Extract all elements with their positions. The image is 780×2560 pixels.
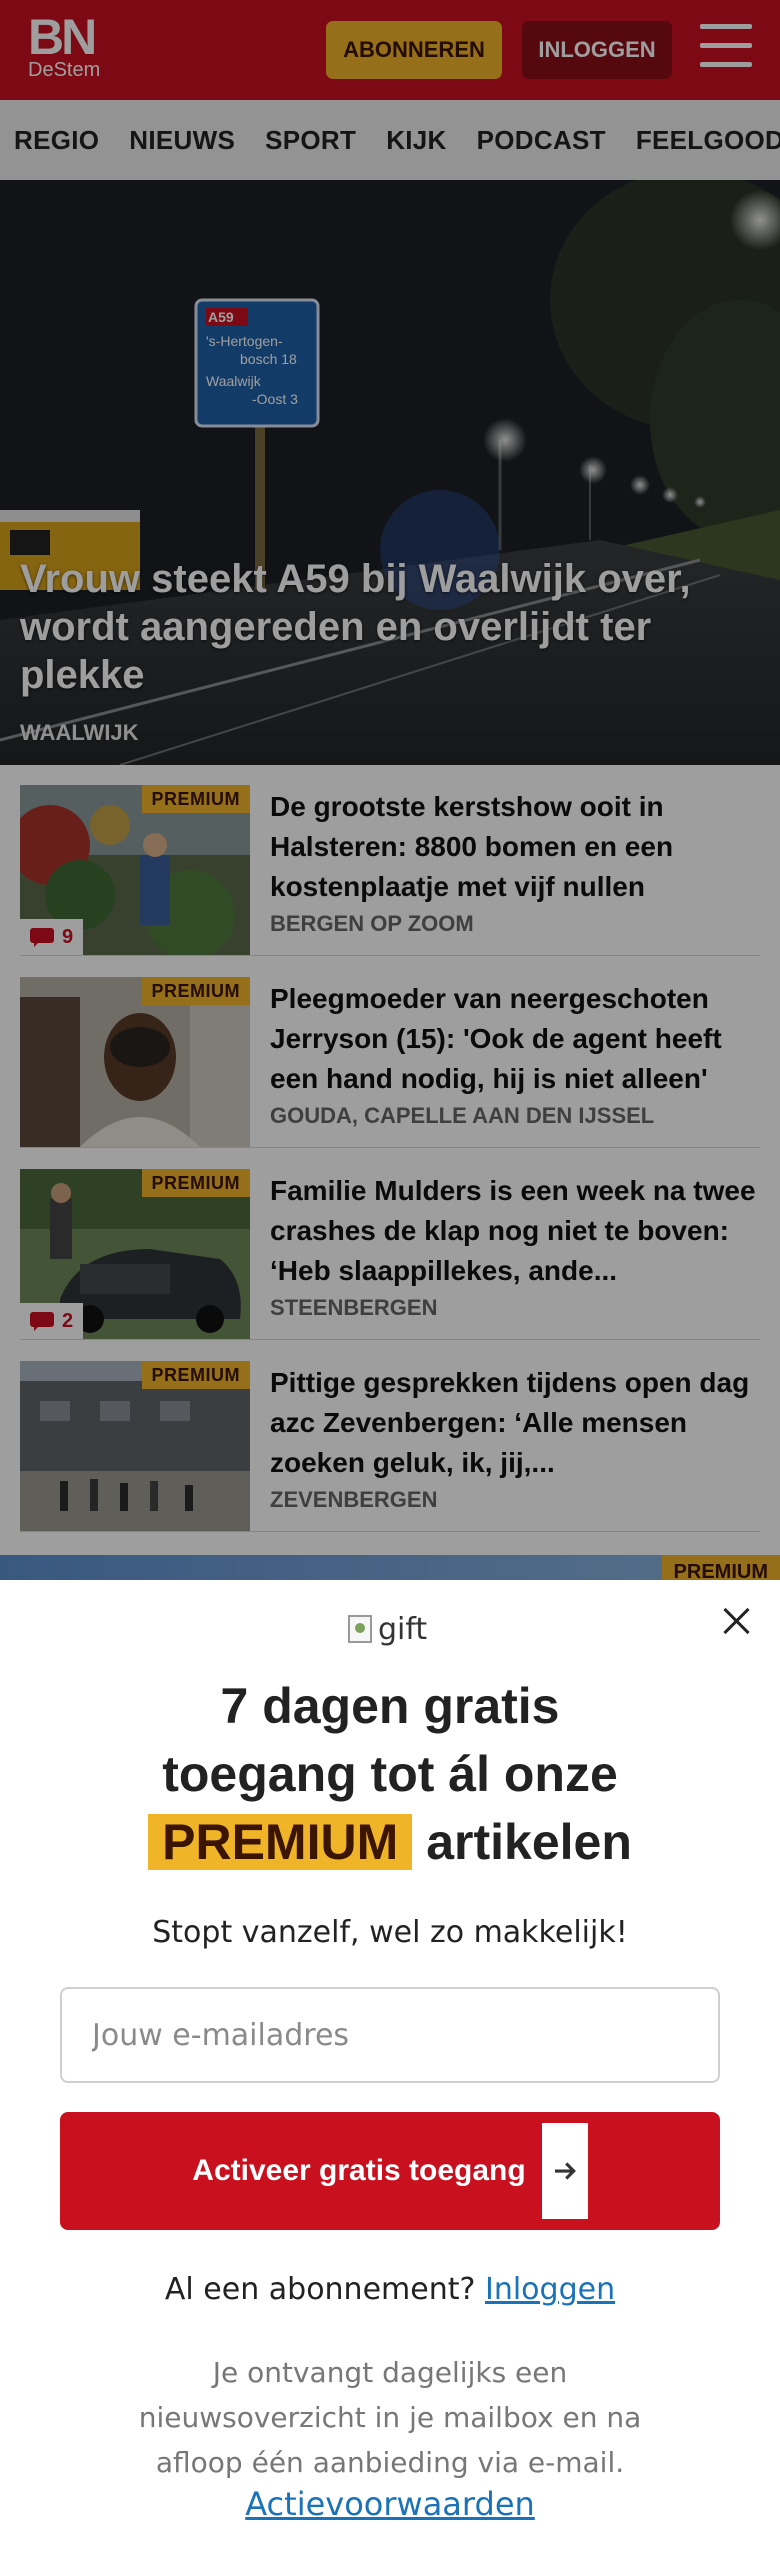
headline-rest: artikelen (426, 1814, 632, 1870)
modal-subline: Stopt vanzelf, wel zo makkelijk! (152, 1915, 628, 1950)
arrow-right-icon (541, 2123, 588, 2219)
cta-label: Activeer gratis toegang (192, 2154, 526, 2187)
email-input[interactable] (60, 1987, 720, 2083)
terms-link[interactable]: Actievoorwaarden (245, 2485, 535, 2523)
close-icon[interactable] (722, 1606, 752, 1636)
headline-line-3: PREMIUM artikelen (40, 1808, 740, 1876)
premium-highlight: PREMIUM (148, 1814, 413, 1870)
broken-image-icon (348, 1615, 372, 1643)
existing-subscription-line: Al een abonnement? Inloggen (40, 2272, 740, 2307)
headline-line-2: toegang tot ál onze (162, 1746, 618, 1802)
gift-alt-text: gift (378, 1611, 428, 1647)
modal-login-link[interactable]: Inloggen (485, 2272, 615, 2307)
newsletter-info: Je ontvangt dagelijks een nieuwsoverzich… (138, 2356, 642, 2479)
activate-free-access-button[interactable]: Activeer gratis toegang (60, 2112, 720, 2230)
modal-backdrop[interactable] (0, 0, 780, 1580)
account-question: Al een abonnement? (164, 2272, 476, 2307)
terms-container: Actievoorwaarden (40, 2485, 740, 2523)
modal-headline: 7 dagen gratis toegang tot ál onze PREMI… (40, 1672, 740, 1876)
gift-icon: gift (348, 1610, 427, 1648)
trial-offer-modal: gift 7 dagen gratis toegang tot ál onze … (0, 1580, 780, 2560)
headline-line-1: 7 dagen gratis (220, 1678, 560, 1734)
